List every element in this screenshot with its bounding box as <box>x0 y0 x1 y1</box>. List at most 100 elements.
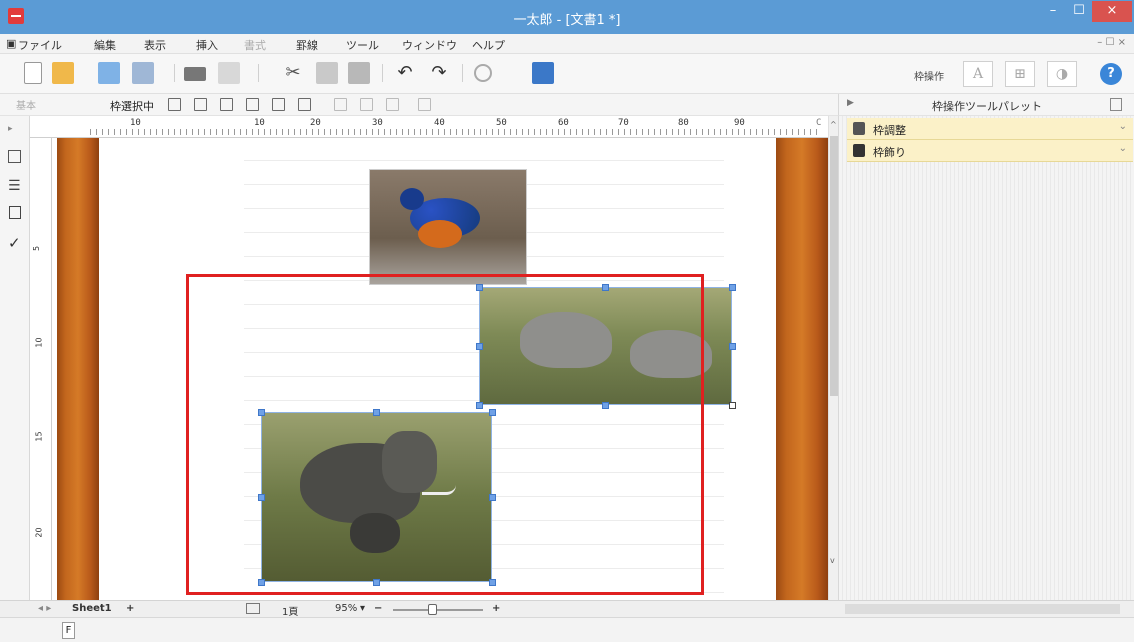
redo-icon[interactable]: ↷ <box>428 62 450 84</box>
frame-tool-2-icon[interactable] <box>194 98 207 111</box>
zoom-slider-knob[interactable] <box>428 604 437 615</box>
vertical-scroll-thumb[interactable] <box>830 136 838 396</box>
maximize-button[interactable]: ☐ <box>1066 1 1092 22</box>
resize-handle[interactable] <box>729 343 736 350</box>
close-button[interactable]: × <box>1092 1 1132 22</box>
print-preview-icon[interactable] <box>218 62 240 84</box>
mdi-window-controls[interactable]: – ☐ × <box>1097 37 1126 48</box>
palette-section-frame-decorate[interactable]: 枠飾り ⌄ <box>847 140 1133 162</box>
menu-ruled-lines[interactable]: 罫線 <box>296 37 318 53</box>
open-folder-icon[interactable] <box>52 62 74 84</box>
menu-tools[interactable]: ツール <box>346 37 379 53</box>
palette-horizontal-scrollbar[interactable] <box>845 604 1120 614</box>
frame-tool-3-icon[interactable] <box>220 98 233 111</box>
shape-frame-button[interactable]: ◑ <box>1047 61 1077 87</box>
ruler-number: 90 <box>734 118 745 128</box>
resize-handle[interactable] <box>476 402 483 409</box>
bird-head <box>400 188 424 210</box>
add-sheet-button[interactable]: + <box>126 603 134 614</box>
rhino-image-frame[interactable] <box>479 287 732 405</box>
undo-icon[interactable]: ↶ <box>394 62 416 84</box>
window-title: 一太郎 - [文書1 *] <box>513 13 621 28</box>
bird-image-frame[interactable] <box>369 169 527 285</box>
frame-tool-4-icon[interactable] <box>246 98 259 111</box>
horizontal-ruler: 10 10 20 30 40 50 60 70 80 90 C <box>30 116 828 138</box>
align-center-icon[interactable] <box>360 98 373 111</box>
minimize-button[interactable]: – <box>1040 1 1066 22</box>
menu-file[interactable]: ファイル <box>18 37 62 53</box>
copy-icon[interactable] <box>316 62 338 84</box>
sheet-tab[interactable]: Sheet1 <box>72 603 112 614</box>
resize-handle[interactable] <box>258 579 265 586</box>
cut-icon[interactable]: ✂ <box>282 62 304 84</box>
align-left-icon[interactable] <box>334 98 347 111</box>
ruler-corner[interactable]: C <box>816 118 821 128</box>
print-icon[interactable] <box>184 67 206 81</box>
palette-menu-icon[interactable] <box>1110 98 1122 111</box>
ruler-number: 30 <box>372 118 383 128</box>
check-icon[interactable]: ✓ <box>8 234 21 252</box>
expand-arrow-icon[interactable]: ▸ <box>8 124 13 134</box>
search-icon[interactable] <box>474 64 492 82</box>
elephant-image-frame[interactable] <box>261 412 492 582</box>
palette-header: ▶ 枠操作ツールパレット <box>838 94 1134 116</box>
scroll-down-icon[interactable]: v <box>830 556 835 565</box>
style-select[interactable]: 基本 <box>16 97 106 113</box>
resize-handle[interactable] <box>729 402 736 409</box>
menu-view[interactable]: 表示 <box>144 37 166 53</box>
help-icon[interactable]: ? <box>1100 63 1122 85</box>
resize-handle[interactable] <box>373 409 380 416</box>
zoom-level[interactable]: 95% <box>335 603 357 614</box>
save-icon[interactable] <box>98 62 120 84</box>
resize-handle[interactable] <box>602 284 609 291</box>
grid-view-icon[interactable] <box>8 150 21 163</box>
frame-tool-5-icon[interactable] <box>272 98 285 111</box>
layout-icon[interactable] <box>246 603 260 614</box>
zoom-in-button[interactable]: + <box>492 603 500 614</box>
table-frame-button[interactable]: ⊞ <box>1005 61 1035 87</box>
puzzle-icon[interactable] <box>532 62 554 84</box>
text-frame-button[interactable]: A <box>963 61 993 87</box>
list-view-icon[interactable]: ☰ <box>8 178 21 194</box>
resize-handle[interactable] <box>258 494 265 501</box>
menu-insert[interactable]: 挿入 <box>196 37 218 53</box>
vertical-scrollbar[interactable]: ^ v <box>828 116 838 600</box>
menu-help[interactable]: ヘルプ <box>472 37 505 53</box>
ruler-number: 40 <box>434 118 445 128</box>
menu-edit[interactable]: 編集 <box>94 37 116 53</box>
scroll-up-icon[interactable]: ^ <box>830 120 837 129</box>
resize-handle[interactable] <box>489 579 496 586</box>
function-key-button[interactable]: F <box>62 622 75 639</box>
menu-format[interactable]: 書式 <box>244 37 266 53</box>
resize-handle[interactable] <box>258 409 265 416</box>
resize-handle[interactable] <box>489 409 496 416</box>
ruler-number: 10 <box>254 118 265 128</box>
zoom-dropdown-icon[interactable]: ▾ <box>360 603 365 614</box>
document-area[interactable] <box>52 138 828 600</box>
menu-window[interactable]: ウィンドウ <box>402 37 457 53</box>
paste-icon[interactable] <box>348 62 370 84</box>
page-icon[interactable] <box>9 206 21 219</box>
fit-frame-icon[interactable] <box>418 98 431 111</box>
chevron-down-icon[interactable]: ⌄ <box>1119 121 1127 132</box>
frame-text-tool-icon[interactable] <box>298 98 311 111</box>
align-right-icon[interactable] <box>386 98 399 111</box>
resize-handle[interactable] <box>602 402 609 409</box>
baby-elephant <box>350 513 400 553</box>
frame-tool-1-icon[interactable] <box>168 98 181 111</box>
resize-handle[interactable] <box>729 284 736 291</box>
document-page[interactable] <box>99 138 776 600</box>
chevron-down-icon[interactable]: ⌄ <box>1119 143 1127 154</box>
new-document-icon[interactable] <box>24 62 42 84</box>
zoom-out-button[interactable]: − <box>374 603 382 614</box>
rhino-large <box>520 312 612 368</box>
resize-handle[interactable] <box>373 579 380 586</box>
resize-handle[interactable] <box>476 343 483 350</box>
zoom-slider[interactable] <box>393 609 483 611</box>
sheet-nav-icon[interactable]: ◂ ▸ <box>38 603 51 614</box>
resize-handle[interactable] <box>489 494 496 501</box>
save-as-icon[interactable] <box>132 62 154 84</box>
resize-handle[interactable] <box>476 284 483 291</box>
palette-section-frame-adjust[interactable]: 枠調整 ⌄ <box>847 118 1133 140</box>
frame-toolbar: 基本 枠選択中 <box>0 94 838 116</box>
